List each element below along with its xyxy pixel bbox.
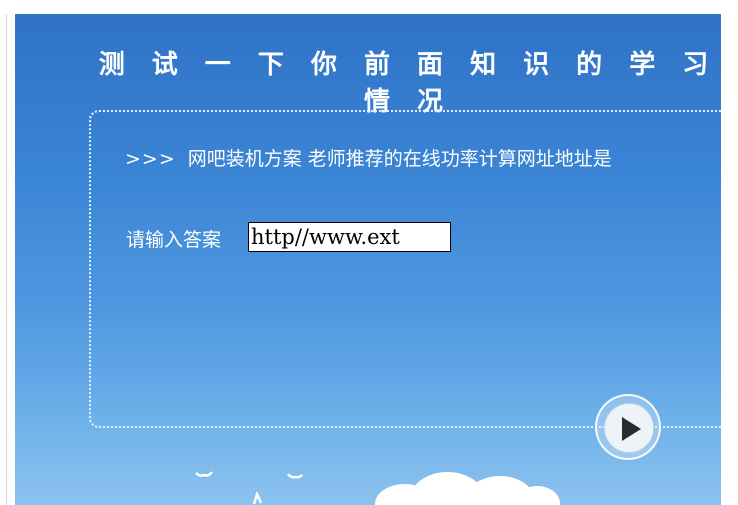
page-title: 测 试 一 下 你 前 面 知 识 的 学 习 情 况 bbox=[98, 50, 718, 117]
bird-icon bbox=[195, 471, 213, 477]
answer-input[interactable] bbox=[248, 222, 451, 252]
play-icon bbox=[622, 417, 641, 441]
question-text: 网吧装机方案 老师推荐的在线功率计算网址地址是 bbox=[187, 148, 612, 170]
answer-label: 请输入答案 bbox=[126, 229, 222, 251]
play-button-face bbox=[604, 403, 654, 453]
right-margin bbox=[721, 14, 738, 505]
window-frame: 测 试 一 下 你 前 面 知 识 的 学 习 情 况 >>> 网吧装机方案 老师… bbox=[0, 0, 738, 505]
question-line: >>> 网吧装机方案 老师推荐的在线功率计算网址地址是 bbox=[125, 144, 612, 171]
bird-icon bbox=[287, 473, 303, 479]
left-border bbox=[6, 14, 7, 505]
play-button[interactable] bbox=[595, 394, 661, 460]
question-prefix: >>> bbox=[125, 148, 176, 170]
quiz-stage: 测 试 一 下 你 前 面 知 识 的 学 习 情 况 >>> 网吧装机方案 老师… bbox=[15, 14, 721, 505]
bird-icon bbox=[252, 492, 263, 505]
